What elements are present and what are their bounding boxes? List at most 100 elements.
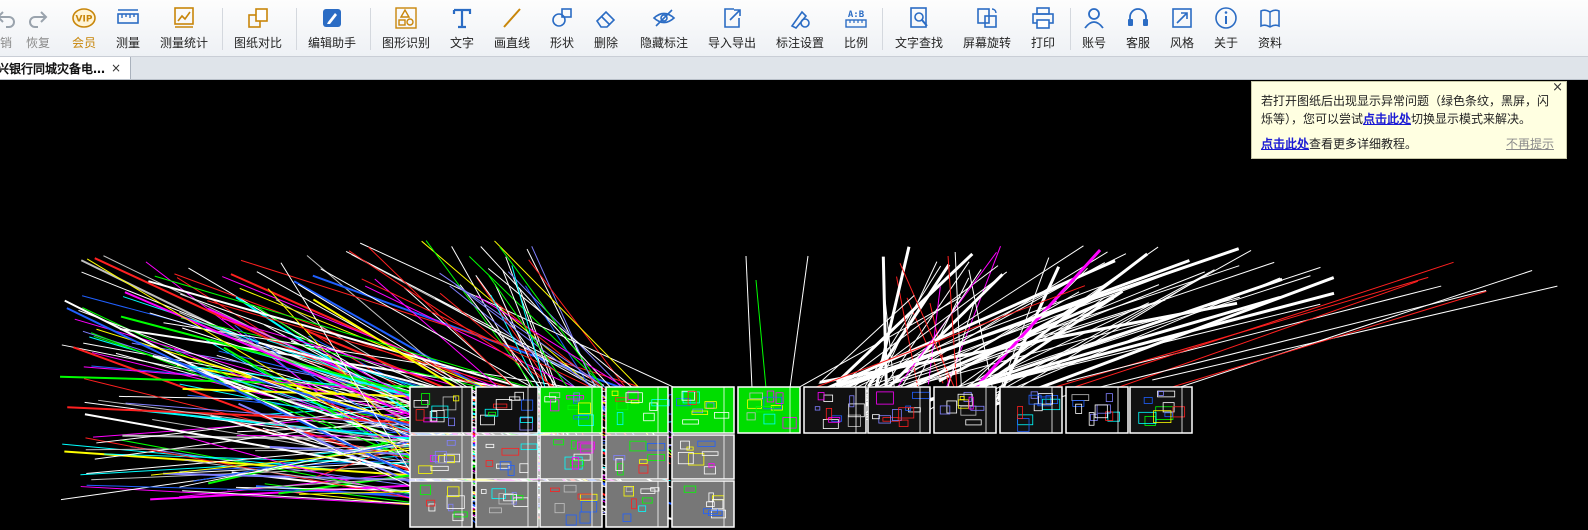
main-toolbar: 销 恢复 VIP 会员 测量 测量统计 图纸对比 编辑助手 图形识别 文字 画直…	[0, 0, 1588, 57]
delete-label: 删除	[594, 36, 619, 50]
rotate-label: 屏幕旋转	[963, 36, 1012, 50]
scale-label: 比例	[844, 36, 869, 50]
delete-button[interactable]: 删除	[594, 6, 618, 54]
edit-assist-icon	[323, 9, 341, 27]
drawing-sheet	[475, 386, 539, 434]
drawing-sheet	[539, 434, 603, 480]
eye-off-icon	[652, 9, 676, 27]
drawing-sheet	[737, 386, 801, 434]
vip-icon: VIP	[72, 8, 96, 28]
style-button[interactable]: 风格	[1170, 6, 1194, 54]
shape-label: 形状	[550, 36, 575, 50]
settings-pen-icon	[790, 10, 810, 29]
line-icon	[503, 8, 521, 28]
shapes-icon	[552, 8, 572, 27]
import-export-button[interactable]: 导入导出	[708, 6, 756, 54]
dont-show-again-link[interactable]: 不再提示	[1506, 135, 1554, 152]
scale-button[interactable]: A:B 比例	[844, 6, 868, 54]
undo-button[interactable]: 销	[0, 6, 18, 54]
drawing-sheet	[409, 434, 473, 480]
drawing-sheet	[671, 480, 735, 528]
printer-icon	[1032, 7, 1054, 29]
account-label: 账号	[1082, 36, 1107, 50]
document-tab-bar: 兴银行同城灾备电… ×	[0, 57, 1588, 80]
redo-label: 恢复	[26, 36, 51, 50]
print-button[interactable]: 打印	[1031, 6, 1055, 54]
drawing-sheet	[409, 386, 473, 434]
service-button[interactable]: 客服	[1126, 6, 1150, 54]
mark-settings-label: 标注设置	[776, 36, 825, 50]
import-export-label: 导入导出	[708, 36, 757, 50]
drawing-sheet	[605, 480, 669, 528]
drawing-sheet	[671, 386, 735, 434]
drawing-sheet	[867, 386, 931, 434]
drawing-sheet	[1129, 386, 1193, 434]
redo-icon	[29, 11, 48, 28]
measure-stats-button[interactable]: 测量统计	[160, 6, 208, 54]
toolbar-separator	[296, 8, 297, 50]
shape-recog-label: 图形识别	[382, 36, 431, 50]
drawing-sheet	[539, 386, 603, 434]
account-button[interactable]: 账号	[1082, 6, 1106, 54]
docs-label: 资料	[1258, 36, 1283, 50]
hide-mark-button[interactable]: 隐藏标注	[640, 6, 688, 54]
mark-settings-button[interactable]: 标注设置	[776, 6, 824, 54]
notice-text-2: 切换显示模式来解决。	[1411, 112, 1532, 126]
drawing-sheet	[671, 434, 735, 480]
undo-icon	[0, 11, 15, 28]
measure-button[interactable]: 测量	[116, 6, 140, 54]
document-tab-title: 兴银行同城灾备电…	[0, 61, 106, 76]
tutorial-link[interactable]: 点击此处	[1261, 137, 1309, 151]
info-icon	[1215, 7, 1237, 29]
edit-assist-button[interactable]: 编辑助手	[308, 6, 356, 54]
line-button[interactable]: 画直线	[494, 6, 530, 54]
docs-button[interactable]: 资料	[1258, 6, 1282, 54]
style-icon	[1172, 8, 1192, 28]
toolbar-separator	[1070, 8, 1071, 50]
drawing-sheet	[475, 480, 539, 528]
text-button[interactable]: 文字	[450, 6, 474, 54]
rotate-button[interactable]: 屏幕旋转	[963, 6, 1011, 54]
ruler-icon	[117, 9, 139, 24]
eraser-icon	[595, 10, 616, 28]
line-label: 画直线	[494, 36, 531, 50]
import-export-icon	[724, 8, 741, 28]
display-notice-popup: × 若打开图纸后出现显示异常问题（绿色条纹，黑屏，闪烁等），您可以尝试点击此处切…	[1251, 80, 1567, 159]
shape-recog-button[interactable]: 图形识别	[382, 6, 430, 54]
docs-icon	[1260, 9, 1280, 28]
notice-tutorial: 点击此处查看更多详细教程。	[1261, 135, 1417, 152]
scale-icon: A:B	[845, 10, 867, 28]
redo-button[interactable]: 恢复	[26, 6, 50, 54]
notice-message: 若打开图纸后出现显示异常问题（绿色条纹，黑屏，闪烁等），您可以尝试点击此处切换显…	[1261, 92, 1557, 128]
toolbar-separator	[882, 8, 883, 50]
print-label: 打印	[1031, 36, 1056, 50]
vip-button[interactable]: VIP 会员	[72, 6, 96, 54]
hide-mark-label: 隐藏标注	[640, 36, 689, 50]
shape-button[interactable]: 形状	[550, 6, 574, 54]
close-tab-icon[interactable]: ×	[111, 61, 121, 75]
document-tab[interactable]: 兴银行同城灾备电… ×	[0, 57, 131, 79]
text-search-button[interactable]: 文字查找	[895, 6, 943, 54]
measure-label: 测量	[116, 36, 141, 50]
switch-mode-link[interactable]: 点击此处	[1363, 112, 1411, 126]
drawing-sheet	[475, 434, 539, 480]
drawing-sheet	[605, 434, 669, 480]
shape-recognition-icon	[395, 7, 417, 29]
user-icon	[1084, 8, 1104, 29]
about-button[interactable]: 关于	[1214, 6, 1238, 54]
drawing-sheet	[539, 480, 603, 528]
svg-text:A:B: A:B	[848, 10, 865, 20]
headset-icon	[1128, 8, 1148, 26]
text-search-label: 文字查找	[895, 36, 944, 50]
text-label: 文字	[450, 36, 475, 50]
chart-ruler-icon	[174, 7, 194, 28]
vip-label: 会员	[72, 36, 97, 50]
drawing-sheet	[605, 386, 670, 434]
about-label: 关于	[1214, 36, 1239, 50]
notice-text-3: 查看更多详细教程。	[1309, 137, 1418, 151]
drawing-sheet	[999, 386, 1063, 434]
text-icon	[452, 8, 472, 29]
drawing-sheet	[1065, 386, 1129, 434]
compare-button[interactable]: 图纸对比	[234, 6, 282, 54]
drawing-sheet	[409, 480, 473, 528]
